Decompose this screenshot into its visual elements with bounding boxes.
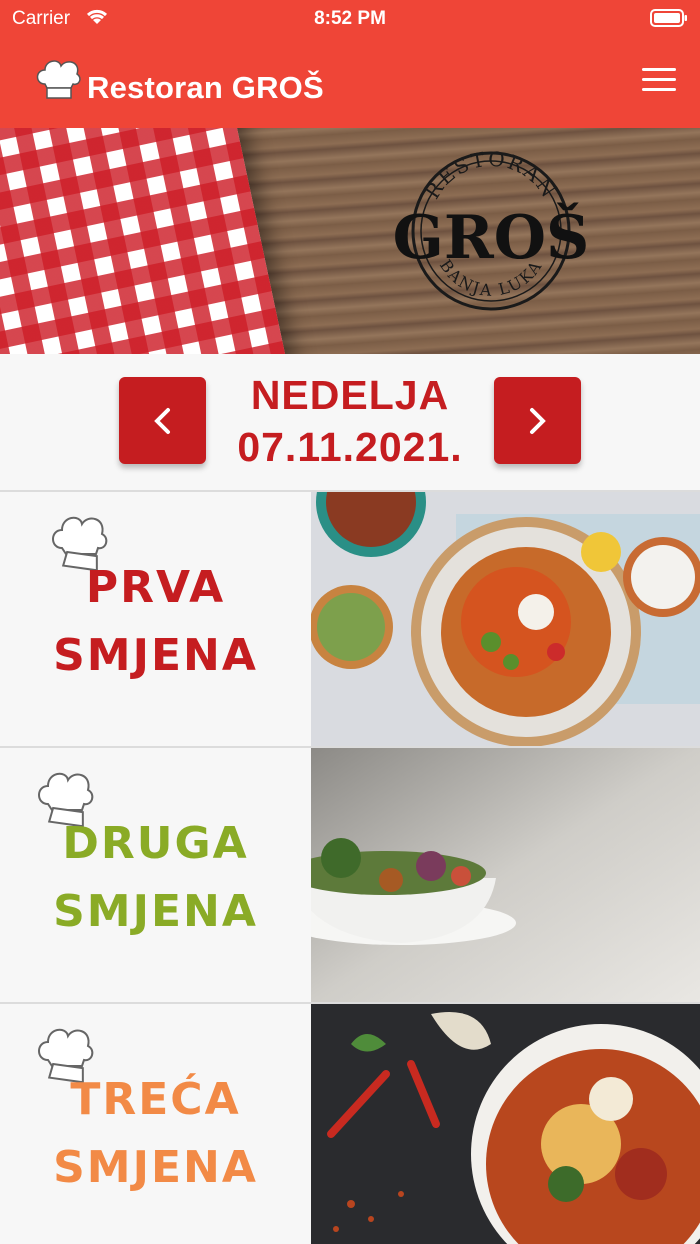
food-photo	[311, 1004, 700, 1244]
shift-label: PRVA SMJENA	[0, 492, 311, 746]
logo-top-text: RESTORAN	[420, 146, 560, 203]
day-date: 07.11.2021.	[237, 424, 463, 470]
status-bar: Carrier 8:52 PM	[0, 0, 700, 36]
food-photo	[311, 492, 700, 746]
shift-card-third[interactable]: TREĆA SMJENA	[0, 1002, 700, 1244]
shift-card-first[interactable]: PRVA SMJENA	[0, 490, 700, 746]
tablecloth-image	[0, 128, 291, 354]
status-time: 8:52 PM	[314, 8, 386, 29]
food-photo	[311, 748, 700, 1002]
shift-title-line2: SMJENA	[53, 630, 258, 681]
battery-icon	[650, 9, 687, 27]
logo-main-text: GROŠ	[393, 202, 590, 273]
restaurant-logo: RESTORAN GROŠ BANJA LUKA	[393, 146, 590, 311]
shift-title-line2: SMJENA	[53, 886, 258, 937]
shift-label: TREĆA SMJENA	[0, 1004, 311, 1244]
menu-button[interactable]	[642, 68, 676, 94]
chef-hat-icon	[36, 60, 81, 99]
hamburger-icon	[642, 68, 676, 71]
hero-banner: RESTORAN GROŠ BANJA LUKA	[0, 128, 700, 354]
shift-title-line2: SMJENA	[53, 1142, 258, 1193]
chevron-right-icon	[530, 408, 546, 434]
shift-label: DRUGA SMJENA	[0, 748, 311, 1002]
page-title: Restoran GROŠ	[87, 70, 324, 105]
day-name: NEDELJA	[250, 372, 450, 418]
shift-title-line1: PRVA	[85, 562, 226, 613]
app-header: Carrier 8:52 PM Restoran GROŠ	[0, 0, 700, 128]
svg-text:RESTORAN: RESTORAN	[420, 146, 562, 203]
shift-title-line1: DRUGA	[62, 818, 249, 869]
day-navigation: NEDELJA 07.11.2021.	[0, 354, 700, 490]
shift-card-second[interactable]: DRUGA SMJENA	[0, 746, 700, 1002]
next-day-button[interactable]	[494, 377, 581, 464]
shift-title-line1: TREĆA	[70, 1074, 241, 1125]
